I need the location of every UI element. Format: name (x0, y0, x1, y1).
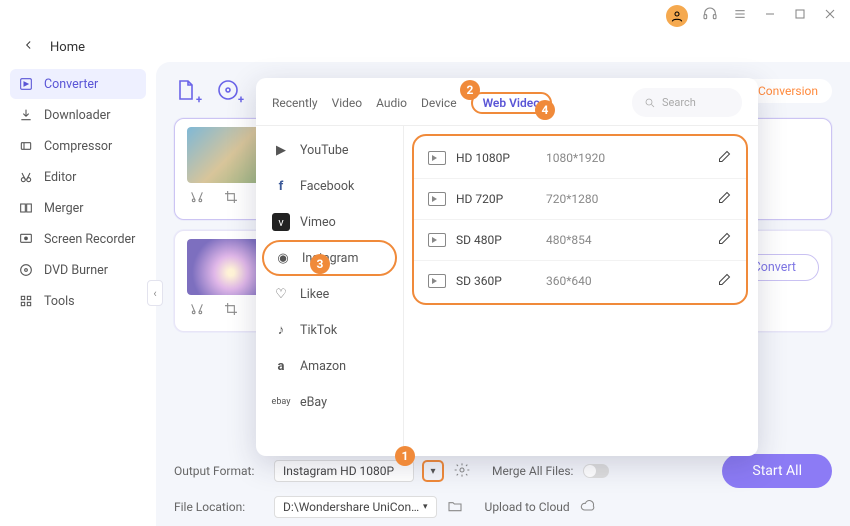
step-badge-2: 2 (460, 80, 480, 100)
platform-facebook[interactable]: fFacebook (256, 168, 403, 204)
sidebar: Converter Downloader Compressor Editor M… (0, 62, 156, 526)
start-all-button[interactable]: Start All (722, 454, 832, 488)
upload-cloud-label: Upload to Cloud (485, 500, 570, 514)
back-icon[interactable] (22, 38, 36, 56)
platform-vimeo[interactable]: vVimeo (256, 204, 403, 240)
format-popup: Recently Video Audio Device Web Video Se… (256, 78, 758, 456)
search-icon (644, 97, 656, 109)
file-location-select[interactable]: D:\Wondershare UniConverter 1 ▾ (274, 496, 437, 518)
merge-toggle[interactable] (583, 464, 609, 478)
sidebar-item-editor[interactable]: Editor (10, 162, 146, 192)
gear-icon[interactable] (454, 462, 470, 481)
sidebar-item-merger[interactable]: Merger (10, 193, 146, 223)
resolution-icon (428, 233, 446, 247)
breadcrumb-home[interactable]: Home (50, 40, 85, 55)
cloud-icon[interactable] (580, 498, 596, 517)
crop-icon[interactable] (223, 301, 239, 321)
edit-preset-icon[interactable] (717, 272, 732, 290)
platform-list: ▶YouTube fFacebook vVimeo ◉Instagram ♡Li… (256, 126, 404, 456)
step-badge-3: 3 (310, 254, 330, 274)
headset-icon[interactable] (702, 6, 718, 26)
popup-tabs: Recently Video Audio Device Web Video Se… (256, 78, 758, 126)
plus-icon: + (196, 93, 202, 106)
tab-audio[interactable]: Audio (376, 92, 407, 114)
sidebar-collapse-handle[interactable]: ‹ (147, 280, 163, 306)
edit-preset-icon[interactable] (717, 190, 732, 208)
resolution-option[interactable]: SD 360P360*640 (414, 261, 746, 301)
trim-icon[interactable] (189, 301, 205, 321)
amazon-icon: a (272, 357, 290, 375)
tab-device[interactable]: Device (421, 92, 457, 114)
resolution-option[interactable]: SD 480P480*854 (414, 220, 746, 261)
sidebar-item-tools[interactable]: Tools (10, 286, 146, 316)
add-file-button[interactable]: + (174, 78, 200, 104)
platform-instagram[interactable]: ◉Instagram (262, 240, 397, 276)
platform-amazon[interactable]: aAmazon (256, 348, 403, 384)
platform-tiktok[interactable]: ♪TikTok (256, 312, 403, 348)
close-icon[interactable] (822, 6, 838, 26)
crop-icon[interactable] (223, 189, 239, 209)
platform-youtube[interactable]: ▶YouTube (256, 132, 403, 168)
breadcrumb: Home (0, 32, 850, 62)
instagram-icon: ◉ (274, 249, 292, 267)
resolution-option[interactable]: HD 1080P1080*1920 (414, 138, 746, 179)
facebook-icon: f (272, 177, 290, 195)
tab-video[interactable]: Video (332, 92, 363, 114)
search-input[interactable]: Search (632, 88, 742, 117)
output-format-label: Output Format: (174, 464, 264, 478)
resolution-option[interactable]: HD 720P720*1280 (414, 179, 746, 220)
resolution-icon (428, 192, 446, 206)
minimize-icon[interactable] (762, 6, 778, 26)
resolution-group-highlight: HD 1080P1080*1920 HD 720P720*1280 SD 480… (412, 134, 748, 305)
add-dvd-button[interactable]: + (216, 78, 242, 104)
sidebar-item-compressor[interactable]: Compressor (10, 131, 146, 161)
sidebar-item-dvd-burner[interactable]: DVD Burner (10, 255, 146, 285)
resolution-icon (428, 274, 446, 288)
likee-icon: ♡ (272, 285, 290, 303)
platform-likee[interactable]: ♡Likee (256, 276, 403, 312)
vimeo-icon: v (272, 213, 290, 231)
titlebar (0, 0, 850, 32)
menu-icon[interactable] (732, 6, 748, 26)
tab-recently[interactable]: Recently (272, 92, 318, 114)
file-location-label: File Location: (174, 500, 264, 514)
tiktok-icon: ♪ (272, 321, 290, 339)
sidebar-item-downloader[interactable]: Downloader (10, 100, 146, 130)
step-badge-4: 4 (535, 100, 555, 120)
youtube-icon: ▶ (272, 141, 290, 159)
resolution-icon (428, 151, 446, 165)
edit-preset-icon[interactable] (717, 231, 732, 249)
trim-icon[interactable] (189, 189, 205, 209)
output-format-dropdown-button[interactable]: ▾ (422, 460, 444, 482)
plus-icon: + (238, 93, 244, 106)
folder-icon[interactable] (447, 498, 463, 517)
ebay-icon: ebay (272, 393, 290, 411)
footer: Output Format: Instagram HD 1080P ▾ Merg… (174, 446, 832, 518)
step-badge-1: 1 (395, 446, 415, 466)
merge-label: Merge All Files: (492, 464, 573, 478)
output-format-select[interactable]: Instagram HD 1080P (274, 460, 414, 482)
resolution-list: HD 1080P1080*1920 HD 720P720*1280 SD 480… (404, 126, 758, 456)
platform-ebay[interactable]: ebayeBay (256, 384, 403, 420)
sidebar-item-converter[interactable]: Converter (10, 69, 146, 99)
edit-preset-icon[interactable] (717, 149, 732, 167)
account-avatar[interactable] (666, 5, 688, 27)
sidebar-item-screen-recorder[interactable]: Screen Recorder (10, 224, 146, 254)
maximize-icon[interactable] (792, 6, 808, 26)
